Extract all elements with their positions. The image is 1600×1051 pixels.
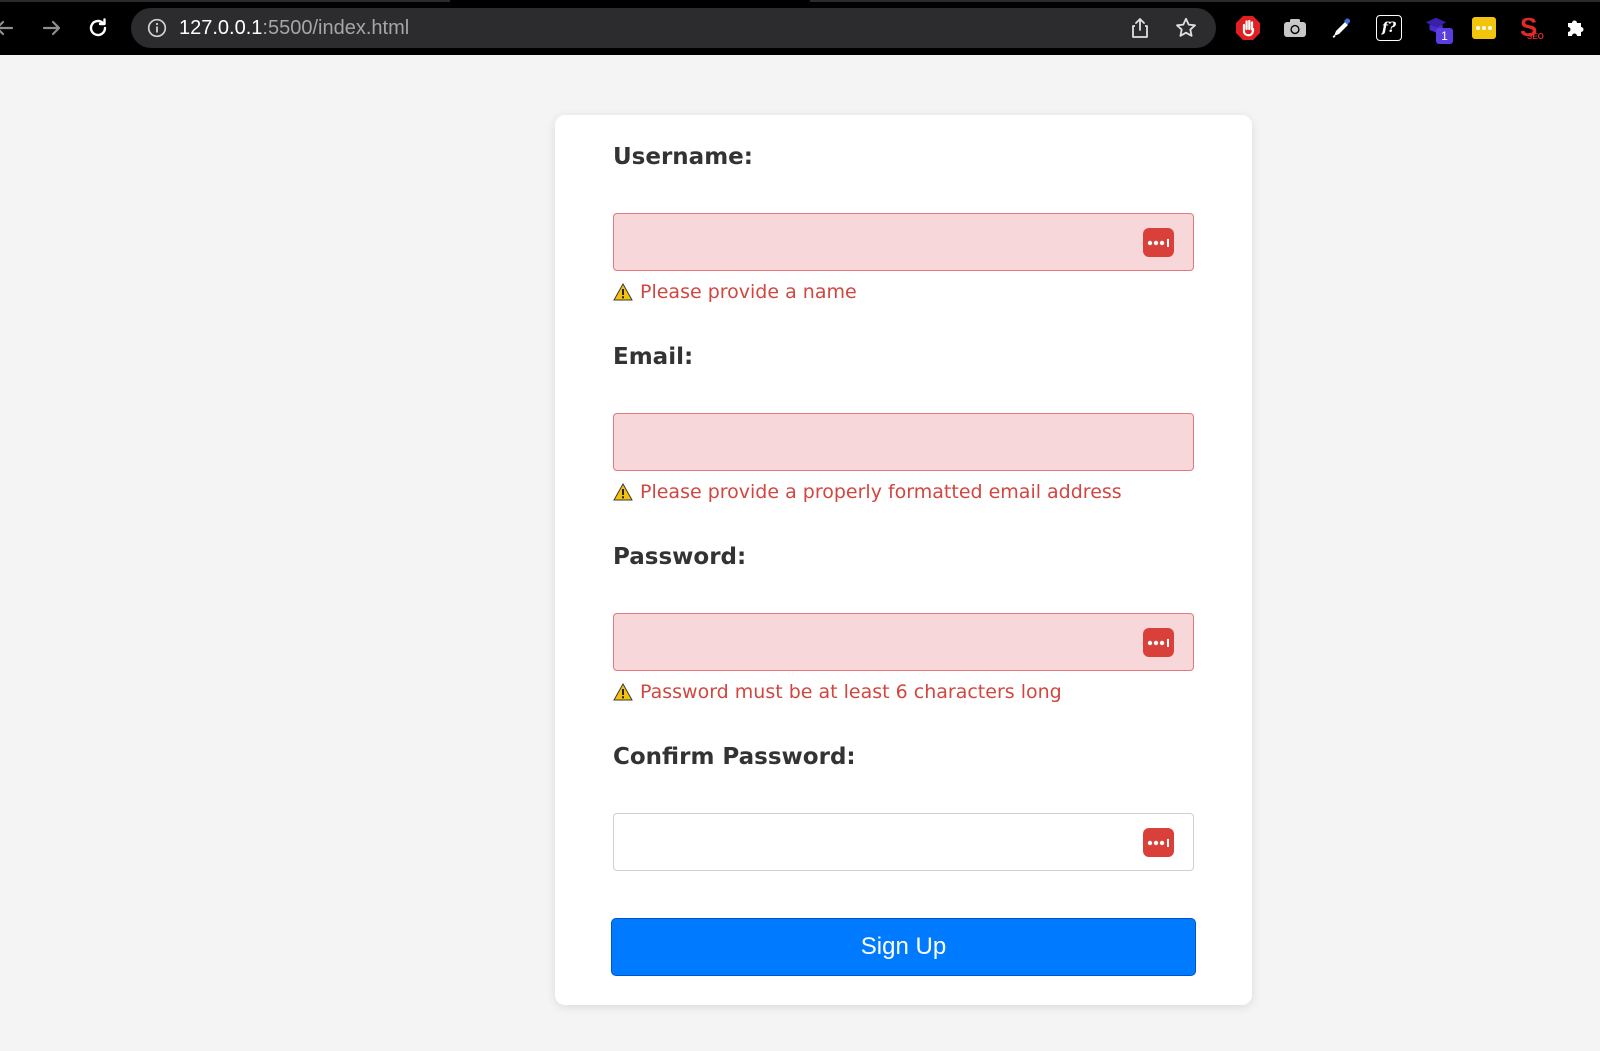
colorpicker-extension[interactable] [1328,14,1356,42]
browser-toolbar: 127.0.0.1:5500/index.html f? 1 S SEO [0,0,1600,55]
camera-icon [1284,19,1306,37]
extension-badge-count: 1 [1436,28,1453,44]
password-dots-icon [1472,17,1496,39]
warning-icon [613,483,633,501]
password-manager-icon [1147,638,1169,647]
warning-icon [613,683,633,701]
forward-button[interactable] [36,12,68,44]
email-label: Email: [613,344,694,370]
url-text[interactable]: 127.0.0.1:5500/index.html [179,17,409,39]
password-input[interactable] [613,613,1194,671]
back-button[interactable] [0,12,20,44]
seo-extension[interactable]: S SEO [1516,12,1544,42]
password-manager-button[interactable] [1143,628,1174,657]
email-error-text: Please provide a properly formatted emai… [640,481,1122,503]
badge-extension[interactable]: 1 [1423,14,1453,44]
password-manager-button[interactable] [1143,228,1174,257]
confirm-password-input[interactable] [613,813,1194,871]
tab-strip-edge [0,0,450,2]
email-error: Please provide a properly formatted emai… [613,480,1122,504]
adblock-extension[interactable] [1234,14,1262,42]
reload-icon [89,18,107,37]
password-label: Password: [613,544,747,570]
password-error-text: Password must be at least 6 characters l… [640,681,1062,703]
reload-button[interactable] [82,12,114,44]
share-button[interactable] [1128,16,1152,40]
puzzle-icon [1568,20,1584,36]
email-input[interactable] [613,413,1194,471]
password-error: Password must be at least 6 characters l… [613,680,1062,704]
address-bar[interactable]: 127.0.0.1:5500/index.html [131,8,1216,48]
username-error: Please provide a name [613,280,857,304]
confirm-password-label: Confirm Password: [613,744,856,770]
url-host: 127.0.0.1 [179,17,263,39]
share-icon [1132,18,1148,38]
warning-icon [613,283,633,301]
whatfont-icon: f? [1376,15,1402,41]
username-input[interactable] [613,213,1194,271]
extensions-menu-button[interactable] [1562,14,1590,42]
signup-form: Username: Please provide a name Email: P… [555,115,1252,1005]
screenshot-extension[interactable] [1281,14,1309,42]
password-manager-icon [1147,838,1169,847]
star-icon [1176,17,1196,37]
eyedropper-icon [1332,18,1350,38]
password-extension[interactable] [1470,14,1498,42]
adblock-hand-icon [1236,16,1260,40]
arrow-left-icon [0,20,14,36]
username-label: Username: [613,144,753,170]
url-path: :5500/index.html [262,17,410,39]
password-manager-button[interactable] [1143,828,1174,857]
bookmark-button[interactable] [1174,16,1198,40]
seo-icon-subtext: SEO [1527,32,1544,41]
sign-up-button[interactable]: Sign Up [611,918,1196,976]
tab-strip-edge [810,0,1600,2]
username-error-text: Please provide a name [640,281,857,303]
password-manager-icon [1147,238,1169,247]
seo-icon: S SEO [1516,12,1544,42]
info-icon[interactable] [147,18,167,38]
whatfont-extension[interactable]: f? [1375,14,1403,42]
arrow-right-icon [42,20,61,36]
